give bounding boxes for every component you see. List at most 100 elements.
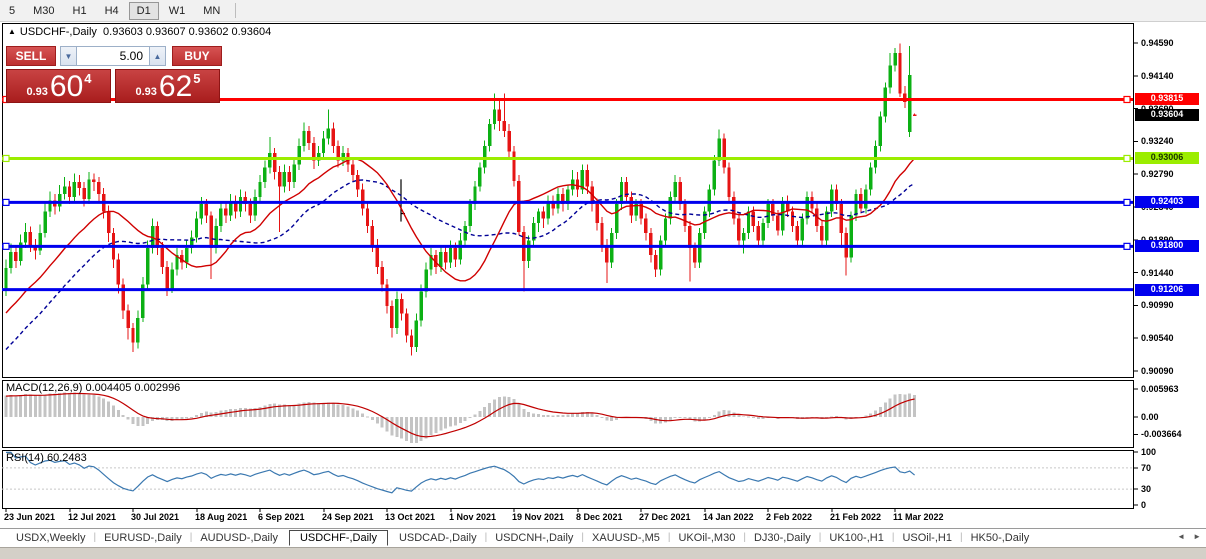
hline-handle[interactable]	[1124, 155, 1130, 161]
candle-body	[209, 216, 212, 248]
macd-histogram-bar	[527, 412, 530, 417]
macd-histogram-bar	[9, 395, 12, 417]
chart-tab-ukoil-m30[interactable]: UKOil-,M30	[670, 531, 743, 545]
macd-histogram-bar	[112, 405, 115, 417]
candle-body	[371, 226, 374, 245]
macd-histogram-bar	[752, 417, 755, 418]
macd-histogram-bar	[429, 417, 432, 435]
macd-histogram-bar	[317, 403, 320, 417]
macd-histogram-bar	[454, 417, 457, 425]
chart-tab-dj30-daily[interactable]: DJ30-,Daily	[746, 531, 819, 545]
macd-histogram-bar	[127, 417, 130, 420]
buy-price-pip-digit: 5	[193, 71, 200, 86]
hline-handle[interactable]	[3, 155, 9, 161]
chart-tab-eurusd-daily[interactable]: EURUSD-,Daily	[96, 531, 190, 545]
buy-button[interactable]: BUY	[172, 46, 222, 66]
macd-histogram-bar	[273, 404, 276, 417]
candle-body	[161, 248, 164, 267]
sell-button[interactable]: SELL	[6, 46, 56, 66]
macd-histogram-bar	[117, 410, 120, 417]
candle-body	[92, 179, 95, 182]
chart-tab-xauusd-m5[interactable]: XAUUSD-,M5	[584, 531, 668, 545]
macd-histogram-bar	[596, 415, 599, 417]
chart-tab-usdchf-daily[interactable]: USDCHF-,Daily	[289, 530, 388, 546]
chart-tab-usoil-h1[interactable]: USOil-,H1	[894, 531, 960, 545]
macd-histogram-bar	[557, 415, 560, 417]
hline-handle[interactable]	[1124, 199, 1130, 205]
macd-histogram-bar	[195, 415, 198, 417]
macd-histogram-bar	[508, 397, 511, 417]
candle-body	[771, 204, 774, 216]
rsi-line	[6, 452, 915, 493]
price-tick-label: 0.91440	[1141, 268, 1174, 278]
candle-body	[713, 160, 716, 189]
macd-histogram-bar	[239, 408, 242, 417]
macd-histogram-bar	[513, 399, 516, 417]
macd-histogram-bar	[405, 417, 408, 441]
candle-body	[913, 114, 916, 116]
candle-body	[126, 311, 129, 328]
date-label: 30 Jul 2021	[131, 512, 179, 522]
collapse-triangle-icon[interactable]: ▲	[8, 27, 16, 36]
macd-histogram-bar	[449, 417, 452, 426]
candle-body	[68, 187, 71, 197]
candle-body	[498, 109, 501, 121]
macd-histogram-bar	[439, 417, 442, 430]
chart-tab-audusd-daily[interactable]: AUDUSD-,Daily	[192, 531, 286, 545]
macd-histogram-bar	[322, 403, 325, 417]
hline-handle[interactable]	[1124, 243, 1130, 249]
volume-stepper: ▼ ▲	[60, 46, 168, 66]
hline-handle[interactable]	[1124, 96, 1130, 102]
price-badge-0.91800: 0.91800	[1135, 240, 1199, 252]
price-badge-0.93815: 0.93815	[1135, 93, 1199, 105]
date-label: 24 Sep 2021	[322, 512, 374, 522]
candle-body	[766, 204, 769, 223]
sell-price-display[interactable]: 0.93604	[6, 69, 111, 103]
chart-tab-usdcad-daily[interactable]: USDCAD-,Daily	[391, 531, 485, 545]
chart-tab-usdcnh-daily[interactable]: USDCNH-,Daily	[487, 531, 581, 545]
tab-scroll-arrows: ◄►	[1177, 532, 1201, 541]
macd-histogram-bar	[718, 411, 721, 417]
macd-histogram-bar	[390, 417, 393, 436]
chart-tab-uk100-h1[interactable]: UK100-,H1	[821, 531, 891, 545]
hline-handle[interactable]	[3, 199, 9, 205]
date-label: 23 Jun 2021	[4, 512, 55, 522]
chart-tab-usdx-weekly[interactable]: USDX,Weekly	[8, 531, 93, 545]
candle-body	[390, 306, 393, 328]
date-label: 13 Oct 2021	[385, 512, 435, 522]
candle-body	[874, 146, 877, 168]
candle-body	[385, 284, 388, 306]
tab-scroll-left-icon[interactable]: ◄	[1177, 532, 1185, 541]
macd-histogram-bar	[361, 413, 364, 417]
macd-tick-label: -0.003664	[1141, 429, 1182, 439]
buy-price-display[interactable]: 0.93625	[115, 69, 220, 103]
macd-histogram-bar	[268, 404, 271, 417]
macd-histogram-bar	[420, 417, 423, 441]
macd-histogram-bar	[63, 392, 66, 417]
price-tick-label: 0.94590	[1141, 38, 1174, 48]
tab-scroll-right-icon[interactable]: ►	[1193, 532, 1201, 541]
volume-decrease-button[interactable]: ▼	[60, 46, 77, 66]
candle-body	[195, 219, 198, 238]
macd-histogram-bar	[464, 417, 467, 421]
candle-body	[512, 152, 515, 181]
candle-body	[654, 255, 657, 270]
triangle-down-icon: ▼	[65, 52, 73, 61]
candle-body	[63, 187, 66, 194]
date-label: 27 Dec 2021	[639, 512, 691, 522]
date-label: 18 Aug 2021	[195, 512, 247, 522]
candle-body	[205, 204, 208, 216]
candle-body	[356, 175, 359, 190]
candle-body	[224, 208, 227, 215]
hline-handle[interactable]	[3, 243, 9, 249]
volume-increase-button[interactable]: ▲	[149, 46, 166, 66]
macd-histogram-bar	[102, 398, 105, 417]
volume-input[interactable]	[77, 46, 149, 66]
chart-tab-hk50-daily[interactable]: HK50-,Daily	[963, 531, 1038, 545]
candle-body	[405, 313, 408, 335]
candle-body	[801, 219, 804, 241]
buy-price-prefix: 0.93	[135, 86, 156, 98]
candle-body	[117, 259, 120, 284]
candle-body	[395, 299, 398, 328]
price-tick-label: 0.93240	[1141, 136, 1174, 146]
